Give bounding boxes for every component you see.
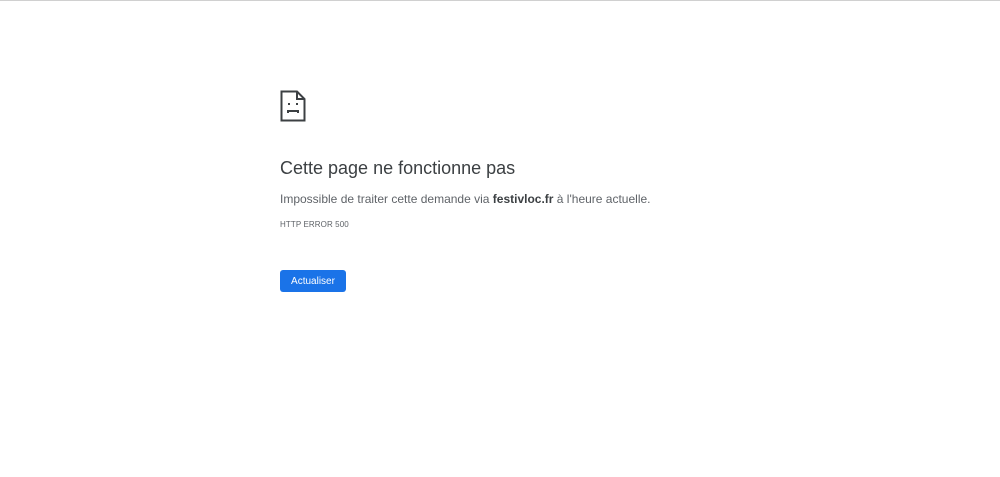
error-page-content: Cette page ne fonctionne pas Impossible … [280,90,840,292]
error-message-prefix: Impossible de traiter cette demande via [280,192,493,206]
error-domain: festivloc.fr [492,192,554,206]
error-message: Impossible de traiter cette demande via … [280,192,651,206]
reload-button[interactable]: Actualiser [280,270,346,292]
error-code: HTTP ERROR 500 [280,220,349,229]
error-title: Cette page ne fonctionne pas [280,158,516,178]
window-top-border [0,0,1000,1]
error-message-suffix: à l'heure actuelle. [553,192,651,206]
sad-document-icon [280,90,306,122]
